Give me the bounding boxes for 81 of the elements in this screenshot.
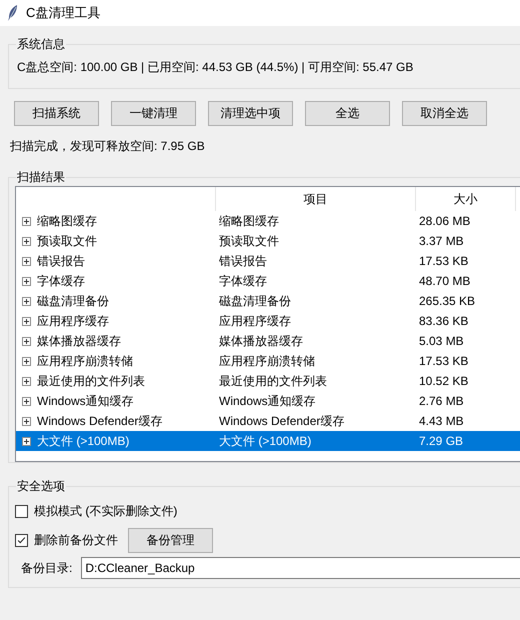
table-cell-text: 3.37 MB [418, 234, 465, 248]
checkbox[interactable] [15, 505, 28, 518]
table-cell-text: 48.70 MB [418, 274, 472, 288]
checkbox[interactable] [15, 534, 28, 547]
expand-icon[interactable] [22, 376, 31, 386]
tree-label: 磁盘清理备份 [37, 292, 109, 310]
expand-icon[interactable] [22, 416, 31, 426]
tree-row[interactable]: 缩略图缓存 缩略图缓存 28.06 MB [16, 211, 520, 231]
expand-icon[interactable] [22, 296, 31, 306]
checkbox-label[interactable]: 模拟模式 (不实际删除文件) [34, 503, 178, 520]
table-cell-text: 错误报告 [218, 252, 268, 270]
action-button[interactable]: 一键清理 [111, 101, 196, 126]
group-title: 扫描结果 [16, 170, 66, 184]
window-title: C盘清理工具 [26, 4, 100, 22]
action-button[interactable]: 取消全选 [402, 101, 487, 126]
table-cell-text: 缩略图缓存 [218, 212, 280, 230]
tree-label: 最近使用的文件列表 [37, 372, 145, 390]
action-button[interactable]: 全选 [305, 101, 390, 126]
table-cell-text: 7.29 GB [418, 434, 464, 448]
table-cell-text: 10.52 KB [418, 374, 470, 388]
group-title: 安全选项 [16, 479, 66, 493]
tree-label: 大文件 (>100MB) [37, 432, 130, 450]
tree-label: 缩略图缓存 [37, 212, 97, 230]
table-cell-text: Windows Defender缓存 [218, 412, 346, 430]
table-cell-text: 83.36 KB [418, 314, 470, 328]
tree-row[interactable]: 字体缓存 字体缓存 48.70 MB [16, 271, 520, 291]
tree-label: 应用程序崩溃转储 [37, 352, 133, 370]
status-text: 扫描完成，发现可释放空间: 7.95 GB [10, 138, 206, 155]
tree-label: Windows Defender缓存 [37, 412, 162, 430]
table-cell-text: 17.53 KB [418, 354, 470, 368]
tree-row[interactable]: 磁盘清理备份 磁盘清理备份 265.35 KB [16, 291, 520, 311]
expand-icon[interactable] [22, 256, 31, 266]
table-cell-text: 媒体播放器缓存 [218, 332, 304, 350]
tree-label: 错误报告 [37, 252, 85, 270]
table-cell-text: 最近使用的文件列表 [218, 372, 328, 390]
expand-icon[interactable] [22, 316, 31, 326]
table-cell-text: 预读取文件 [218, 232, 280, 250]
expand-icon[interactable] [22, 216, 31, 226]
backup-dir-field[interactable]: D:CCleaner_Backup [81, 557, 520, 579]
tree-row[interactable]: 最近使用的文件列表 最近使用的文件列表 10.52 KB [16, 371, 520, 391]
table-cell-text: 2.76 MB [418, 394, 465, 408]
expand-icon[interactable] [22, 356, 31, 366]
table-cell-text: Windows通知缓存 [218, 392, 317, 410]
table-cell-text: 字体缓存 [218, 272, 268, 290]
tree-row[interactable]: Windows通知缓存 Windows通知缓存 2.76 MB [16, 391, 520, 411]
tree-row[interactable]: 大文件 (>100MB) 大文件 (>100MB) 7.29 GB [16, 431, 520, 451]
tree-label: 应用程序缓存 [37, 312, 109, 330]
action-button[interactable]: 扫描系统 [14, 101, 99, 126]
tree-row[interactable]: 媒体播放器缓存 媒体播放器缓存 5.03 MB [16, 331, 520, 351]
table-cell-text: 17.53 KB [418, 254, 470, 268]
column-header[interactable]: 项目 [216, 187, 416, 211]
tree-label: Windows通知缓存 [37, 392, 134, 410]
group-title: 系统信息 [16, 37, 66, 51]
expand-icon[interactable] [22, 396, 31, 406]
expand-icon[interactable] [22, 276, 31, 286]
backup-manage-button[interactable]: 备份管理 [128, 528, 213, 553]
action-button[interactable]: 清理选中项 [208, 101, 293, 126]
table-cell-text: 应用程序缓存 [218, 312, 292, 330]
table-cell-text: 应用程序崩溃转储 [218, 352, 316, 370]
tree-row[interactable]: 预读取文件 预读取文件 3.37 MB [16, 231, 520, 251]
expand-icon[interactable] [22, 336, 31, 346]
field-label: 备份目录: [21, 560, 72, 576]
tree-row[interactable]: Windows Defender缓存 Windows Defender缓存 4.43 MB [16, 411, 520, 431]
table-cell-text: 4.43 MB [418, 414, 465, 428]
tree-row[interactable]: 应用程序崩溃转储 应用程序崩溃转储 17.53 KB [16, 351, 520, 371]
tree-label: 字体缓存 [37, 272, 85, 290]
table-cell-text: 265.35 KB [418, 294, 476, 308]
table-cell-text: 5.03 MB [418, 334, 465, 348]
feather-icon [8, 5, 18, 21]
expand-icon[interactable] [22, 436, 31, 446]
table-cell-text: 28.06 MB [418, 214, 472, 228]
tree-label: 预读取文件 [37, 232, 97, 250]
disk-info-text: C盘总空间: 100.00 GB | 已用空间: 44.53 GB (44.5%) | 可用空间: 55.47 GB [16, 59, 414, 76]
table-cell-text: 大文件 (>100MB) [218, 432, 312, 450]
checkbox-label[interactable]: 删除前备份文件 [34, 532, 118, 549]
table-cell-text: 磁盘清理备份 [218, 292, 292, 310]
expand-icon[interactable] [22, 236, 31, 246]
tree-row[interactable]: 错误报告 错误报告 17.53 KB [16, 251, 520, 271]
tree-label: 媒体播放器缓存 [37, 332, 121, 350]
tree-row[interactable]: 应用程序缓存 应用程序缓存 83.36 KB [16, 311, 520, 331]
column-header[interactable]: 大小 [416, 187, 516, 211]
